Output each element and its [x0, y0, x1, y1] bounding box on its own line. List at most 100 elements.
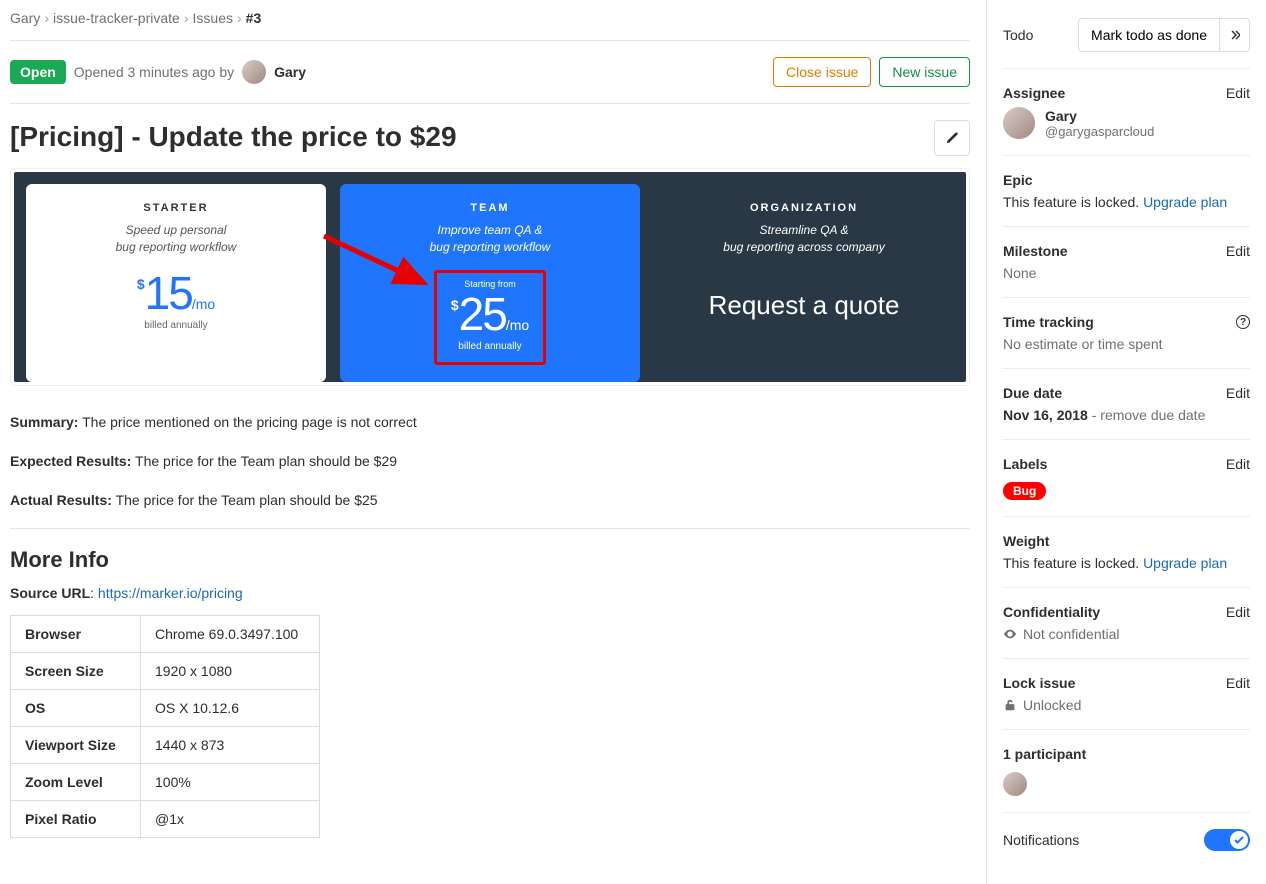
more-info-heading: More Info [10, 547, 970, 573]
upgrade-plan-link[interactable]: Upgrade plan [1143, 194, 1227, 210]
table-row: Screen Size1920 x 1080 [11, 652, 320, 689]
epic-locked-text: This feature is locked. [1003, 194, 1139, 210]
request-quote: Request a quote [668, 290, 940, 321]
eye-icon [1003, 627, 1017, 641]
edit-due-date-link[interactable]: Edit [1226, 385, 1250, 401]
price-period: /mo [192, 296, 215, 312]
plan-starter-card: STARTER Speed up personal bug reporting w… [26, 184, 326, 382]
notifications-label: Notifications [1003, 832, 1079, 848]
issue-header: Open Opened 3 minutes ago by Gary Close … [10, 41, 970, 103]
source-url-label: Source URL [10, 585, 90, 601]
avatar[interactable] [1003, 772, 1027, 796]
breadcrumb-project[interactable]: issue-tracker-private [53, 10, 180, 26]
table-value: 1920 x 1080 [141, 652, 320, 689]
author-name[interactable]: Gary [274, 64, 306, 80]
summary-text: The price mentioned on the pricing page … [82, 414, 417, 430]
plan-desc-line: Speed up personal [126, 223, 227, 237]
price-value: 15 [145, 270, 192, 316]
lock-value: Unlocked [1023, 697, 1081, 713]
todo-label: Todo [1003, 27, 1033, 43]
breadcrumb: Gary › issue-tracker-private › Issues › … [10, 10, 970, 40]
edit-milestone-link[interactable]: Edit [1226, 243, 1250, 259]
labels-title: Labels [1003, 456, 1047, 472]
plan-org-card: ORGANIZATION Streamline QA &bug reportin… [654, 184, 954, 382]
issue-screenshot: STARTER Speed up personal bug reporting w… [10, 168, 970, 386]
actual-label: Actual Results: [10, 492, 112, 508]
table-row: OSOS X 10.12.6 [11, 689, 320, 726]
confidentiality-value: Not confidential [1023, 626, 1120, 642]
table-row: Zoom Level100% [11, 763, 320, 800]
breadcrumb-user[interactable]: Gary [10, 10, 40, 26]
table-value: Chrome 69.0.3497.100 [141, 615, 320, 652]
expected-text: The price for the Team plan should be $2… [135, 453, 397, 469]
table-key: OS [11, 689, 141, 726]
opened-text: Opened 3 minutes ago by [74, 64, 234, 80]
chevron-right-icon [1230, 30, 1240, 40]
close-issue-button[interactable]: Close issue [773, 57, 871, 87]
milestone-value: None [1003, 265, 1250, 281]
upgrade-plan-link[interactable]: Upgrade plan [1143, 555, 1227, 571]
breadcrumb-current: #3 [246, 10, 262, 26]
issue-description: Summary: The price mentioned on the pric… [10, 386, 970, 514]
new-issue-button[interactable]: New issue [879, 57, 970, 87]
label-bug[interactable]: Bug [1003, 482, 1046, 500]
table-key: Viewport Size [11, 726, 141, 763]
assignee-name[interactable]: Gary [1045, 108, 1154, 124]
assignee-handle: @garygasparcloud [1045, 124, 1154, 139]
currency-symbol: $ [451, 297, 459, 313]
chevron-right-icon: › [44, 10, 49, 26]
edit-confidentiality-link[interactable]: Edit [1226, 604, 1250, 620]
notifications-toggle[interactable] [1204, 829, 1250, 851]
table-key: Screen Size [11, 652, 141, 689]
remove-due-date-link[interactable]: - remove due date [1088, 407, 1206, 423]
table-row: Pixel Ratio@1x [11, 800, 320, 837]
highlighted-price-box: Starting from $ 25 /mo billed annually [434, 270, 546, 365]
actual-text: The price for the Team plan should be $2… [116, 492, 378, 508]
weight-locked-text: This feature is locked. [1003, 555, 1139, 571]
summary-label: Summary: [10, 414, 78, 430]
time-tracking-title: Time tracking [1003, 314, 1094, 330]
edit-labels-link[interactable]: Edit [1226, 456, 1250, 472]
currency-symbol: $ [137, 276, 145, 292]
confidentiality-title: Confidentiality [1003, 604, 1100, 620]
edit-title-button[interactable] [934, 120, 970, 156]
price-period: /mo [506, 317, 529, 333]
chevron-right-icon: › [184, 10, 189, 26]
plan-desc-line: bug reporting workflow [430, 240, 551, 254]
plan-desc-line: bug reporting workflow [116, 240, 237, 254]
plan-desc-line: Improve team QA & [438, 223, 543, 237]
source-url-link[interactable]: https://marker.io/pricing [98, 585, 243, 601]
check-icon [1234, 835, 1244, 845]
plan-desc-line: bug reporting across company [723, 240, 884, 254]
help-icon[interactable]: ? [1236, 315, 1250, 329]
table-key: Pixel Ratio [11, 800, 141, 837]
avatar[interactable] [242, 60, 266, 84]
table-row: Viewport Size1440 x 873 [11, 726, 320, 763]
table-key: Browser [11, 615, 141, 652]
assignee-title: Assignee [1003, 85, 1065, 101]
edit-lock-link[interactable]: Edit [1226, 675, 1250, 691]
table-value: @1x [141, 800, 320, 837]
collapse-sidebar-button[interactable] [1220, 18, 1250, 52]
plan-name: TEAM [354, 202, 626, 214]
weight-title: Weight [1003, 533, 1049, 549]
due-date-title: Due date [1003, 385, 1062, 401]
avatar[interactable] [1003, 107, 1035, 139]
price-value: 25 [459, 291, 506, 337]
edit-assignee-link[interactable]: Edit [1226, 85, 1250, 101]
epic-title: Epic [1003, 172, 1033, 188]
table-row: BrowserChrome 69.0.3497.100 [11, 615, 320, 652]
milestone-title: Milestone [1003, 243, 1068, 259]
price-caption: billed annually [451, 341, 529, 352]
expected-label: Expected Results: [10, 453, 131, 469]
breadcrumb-issues[interactable]: Issues [193, 10, 233, 26]
plan-name: STARTER [40, 202, 312, 214]
pencil-icon [945, 131, 959, 145]
participants-count: 1 participant [1003, 746, 1250, 762]
mark-todo-done-button[interactable]: Mark todo as done [1078, 18, 1220, 52]
lock-issue-title: Lock issue [1003, 675, 1075, 691]
status-badge: Open [10, 60, 66, 84]
table-value: OS X 10.12.6 [141, 689, 320, 726]
info-table: BrowserChrome 69.0.3497.100Screen Size19… [10, 615, 320, 838]
table-value: 100% [141, 763, 320, 800]
